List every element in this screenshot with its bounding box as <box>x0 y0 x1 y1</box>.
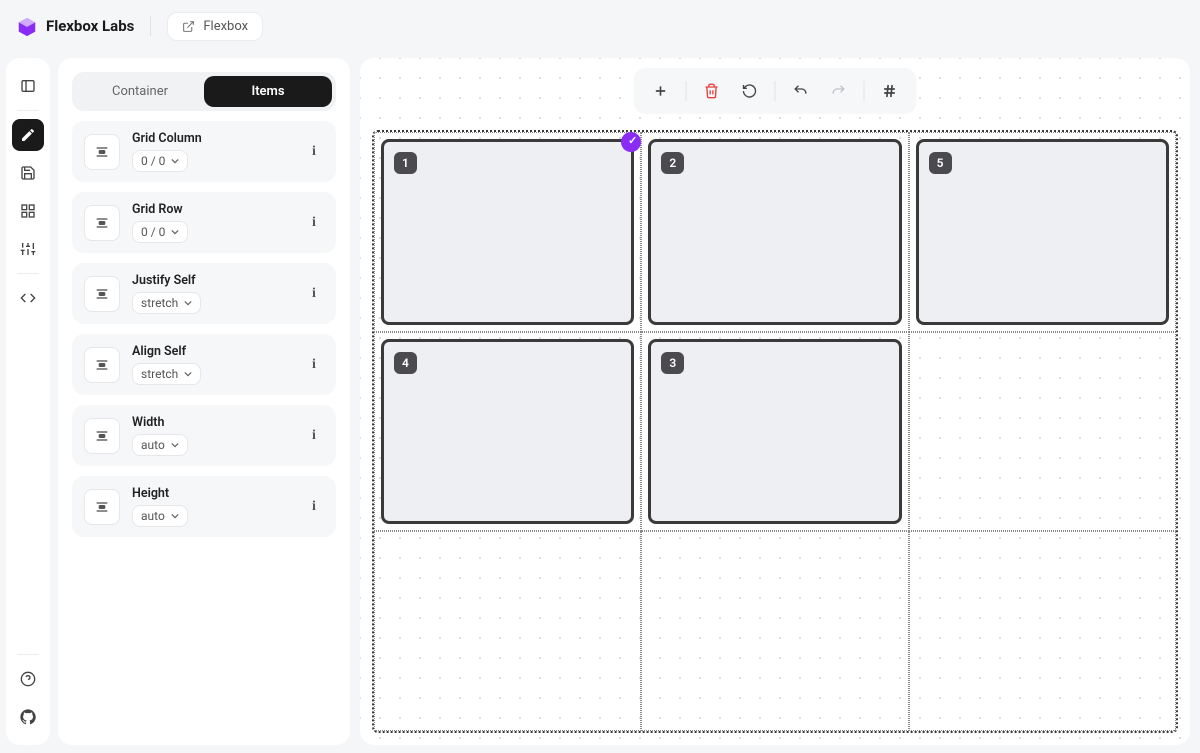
grid-cell[interactable] <box>909 531 1176 731</box>
prop-value-select[interactable]: 0 / 0 <box>132 221 188 243</box>
chevron-down-icon <box>171 441 179 449</box>
check-icon: ✓ <box>628 134 637 147</box>
prop-value-select[interactable]: stretch <box>132 363 201 385</box>
rail-divider <box>17 654 39 655</box>
reset-button[interactable] <box>733 74 767 108</box>
prop-label: Justify Self <box>132 273 292 288</box>
info-button[interactable]: i <box>304 142 324 162</box>
rail-github[interactable] <box>12 701 44 733</box>
grid-cell[interactable] <box>374 531 641 731</box>
header-divider <box>150 16 151 36</box>
snap-button[interactable] <box>873 74 907 108</box>
tab-container[interactable]: Container <box>76 76 204 107</box>
prop-value-select[interactable]: stretch <box>132 292 201 314</box>
info-button[interactable]: i <box>304 355 324 375</box>
chevron-down-icon <box>171 228 179 236</box>
grid-item-number: 1 <box>394 152 417 174</box>
grid-cell[interactable]: 1✓ <box>374 132 641 332</box>
grid-cell[interactable]: 3 <box>641 332 908 532</box>
canvas-toolbar <box>634 68 917 114</box>
grid-item[interactable]: 4 <box>381 339 634 525</box>
flexbox-link[interactable]: Flexbox <box>167 12 263 41</box>
prop-grid-column: Grid Column 0 / 0 i <box>72 121 336 182</box>
prop-justify-self: Justify Self stretch i <box>72 263 336 324</box>
chevron-down-icon <box>184 370 192 378</box>
info-button[interactable]: i <box>304 426 324 446</box>
rail-panel-toggle[interactable] <box>12 70 44 102</box>
grid-container[interactable]: 1✓2543 <box>372 130 1178 733</box>
rail-divider <box>17 110 39 111</box>
prop-icon <box>84 418 120 454</box>
prop-value-select[interactable]: auto <box>132 434 188 456</box>
logo-icon <box>16 16 36 36</box>
grid-cell[interactable]: 5 <box>909 132 1176 332</box>
chevron-down-icon <box>171 157 179 165</box>
grid-item-number: 3 <box>661 352 684 374</box>
tab-items[interactable]: Items <box>204 76 332 107</box>
properties-panel: Container Items Grid Column0 / 0iGrid Ro… <box>58 58 350 745</box>
prop-icon <box>84 205 120 241</box>
panel-tabs: Container Items <box>72 72 336 111</box>
prop-label: Grid Row <box>132 202 292 217</box>
prop-label: Width <box>132 415 292 430</box>
rail-code[interactable] <box>12 282 44 314</box>
rail-save[interactable] <box>12 157 44 189</box>
rail-layouts[interactable] <box>12 195 44 227</box>
toolbar-divider <box>864 81 865 101</box>
info-button[interactable]: i <box>304 213 324 233</box>
prop-icon <box>84 276 120 312</box>
prop-label: Align Self <box>132 344 292 359</box>
grid-cell[interactable] <box>909 332 1176 532</box>
canvas: 1✓2543 <box>360 58 1190 745</box>
grid-item[interactable]: 2 <box>648 139 901 325</box>
prop-value-select[interactable]: auto <box>132 505 188 527</box>
grid-item-number: 2 <box>661 152 684 174</box>
chevron-down-icon <box>184 299 192 307</box>
external-link-icon <box>182 20 195 33</box>
toolbar-divider <box>775 81 776 101</box>
grid-item[interactable]: 1✓ <box>381 139 634 325</box>
delete-button[interactable] <box>695 74 729 108</box>
info-button[interactable]: i <box>304 497 324 517</box>
grid-item-number: 5 <box>929 152 952 174</box>
prop-height: Height auto i <box>72 476 336 537</box>
app-header: Flexbox Labs Flexbox <box>0 0 1200 52</box>
rail-edit[interactable] <box>12 119 44 151</box>
prop-align-self: Align Self stretch i <box>72 334 336 395</box>
prop-label: Grid Column <box>132 131 292 146</box>
chevron-down-icon <box>171 512 179 520</box>
prop-icon <box>84 134 120 170</box>
info-button[interactable]: i <box>304 284 324 304</box>
toolbar-divider <box>686 81 687 101</box>
redo-button[interactable] <box>822 74 856 108</box>
rail-divider <box>17 273 39 274</box>
left-rail <box>6 58 50 745</box>
prop-width: Width auto i <box>72 405 336 466</box>
rail-settings[interactable] <box>12 233 44 265</box>
prop-label: Height <box>132 486 292 501</box>
prop-value-select[interactable]: 0 / 0 <box>132 150 188 172</box>
grid-item[interactable]: 5 <box>916 139 1169 325</box>
flexbox-link-label: Flexbox <box>203 19 248 34</box>
add-button[interactable] <box>644 74 678 108</box>
grid-cell[interactable]: 4 <box>374 332 641 532</box>
undo-button[interactable] <box>784 74 818 108</box>
grid-cell[interactable] <box>641 531 908 731</box>
grid-cell[interactable]: 2 <box>641 132 908 332</box>
prop-icon <box>84 347 120 383</box>
prop-grid-row: Grid Row 0 / 0 i <box>72 192 336 253</box>
grid-item-number: 4 <box>394 352 417 374</box>
grid-item[interactable]: 3 <box>648 339 901 525</box>
brand-title: Flexbox Labs <box>46 17 134 35</box>
rail-help[interactable] <box>12 663 44 695</box>
prop-icon <box>84 489 120 525</box>
